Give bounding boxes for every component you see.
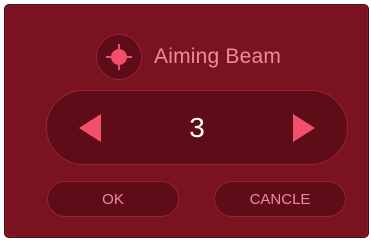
dialog-header: Aiming Beam xyxy=(96,34,281,80)
cancel-button[interactable]: CANCLE xyxy=(214,181,346,217)
increment-button[interactable] xyxy=(289,113,319,143)
arrow-right-icon xyxy=(293,114,315,142)
dialog-title: Aiming Beam xyxy=(154,45,282,68)
crosshair-icon xyxy=(96,34,142,80)
beam-level-stepper: 3 xyxy=(46,90,348,165)
aiming-beam-dialog: Aiming Beam 3 OK CANCLE xyxy=(4,4,369,238)
ok-button[interactable]: OK xyxy=(47,181,179,217)
